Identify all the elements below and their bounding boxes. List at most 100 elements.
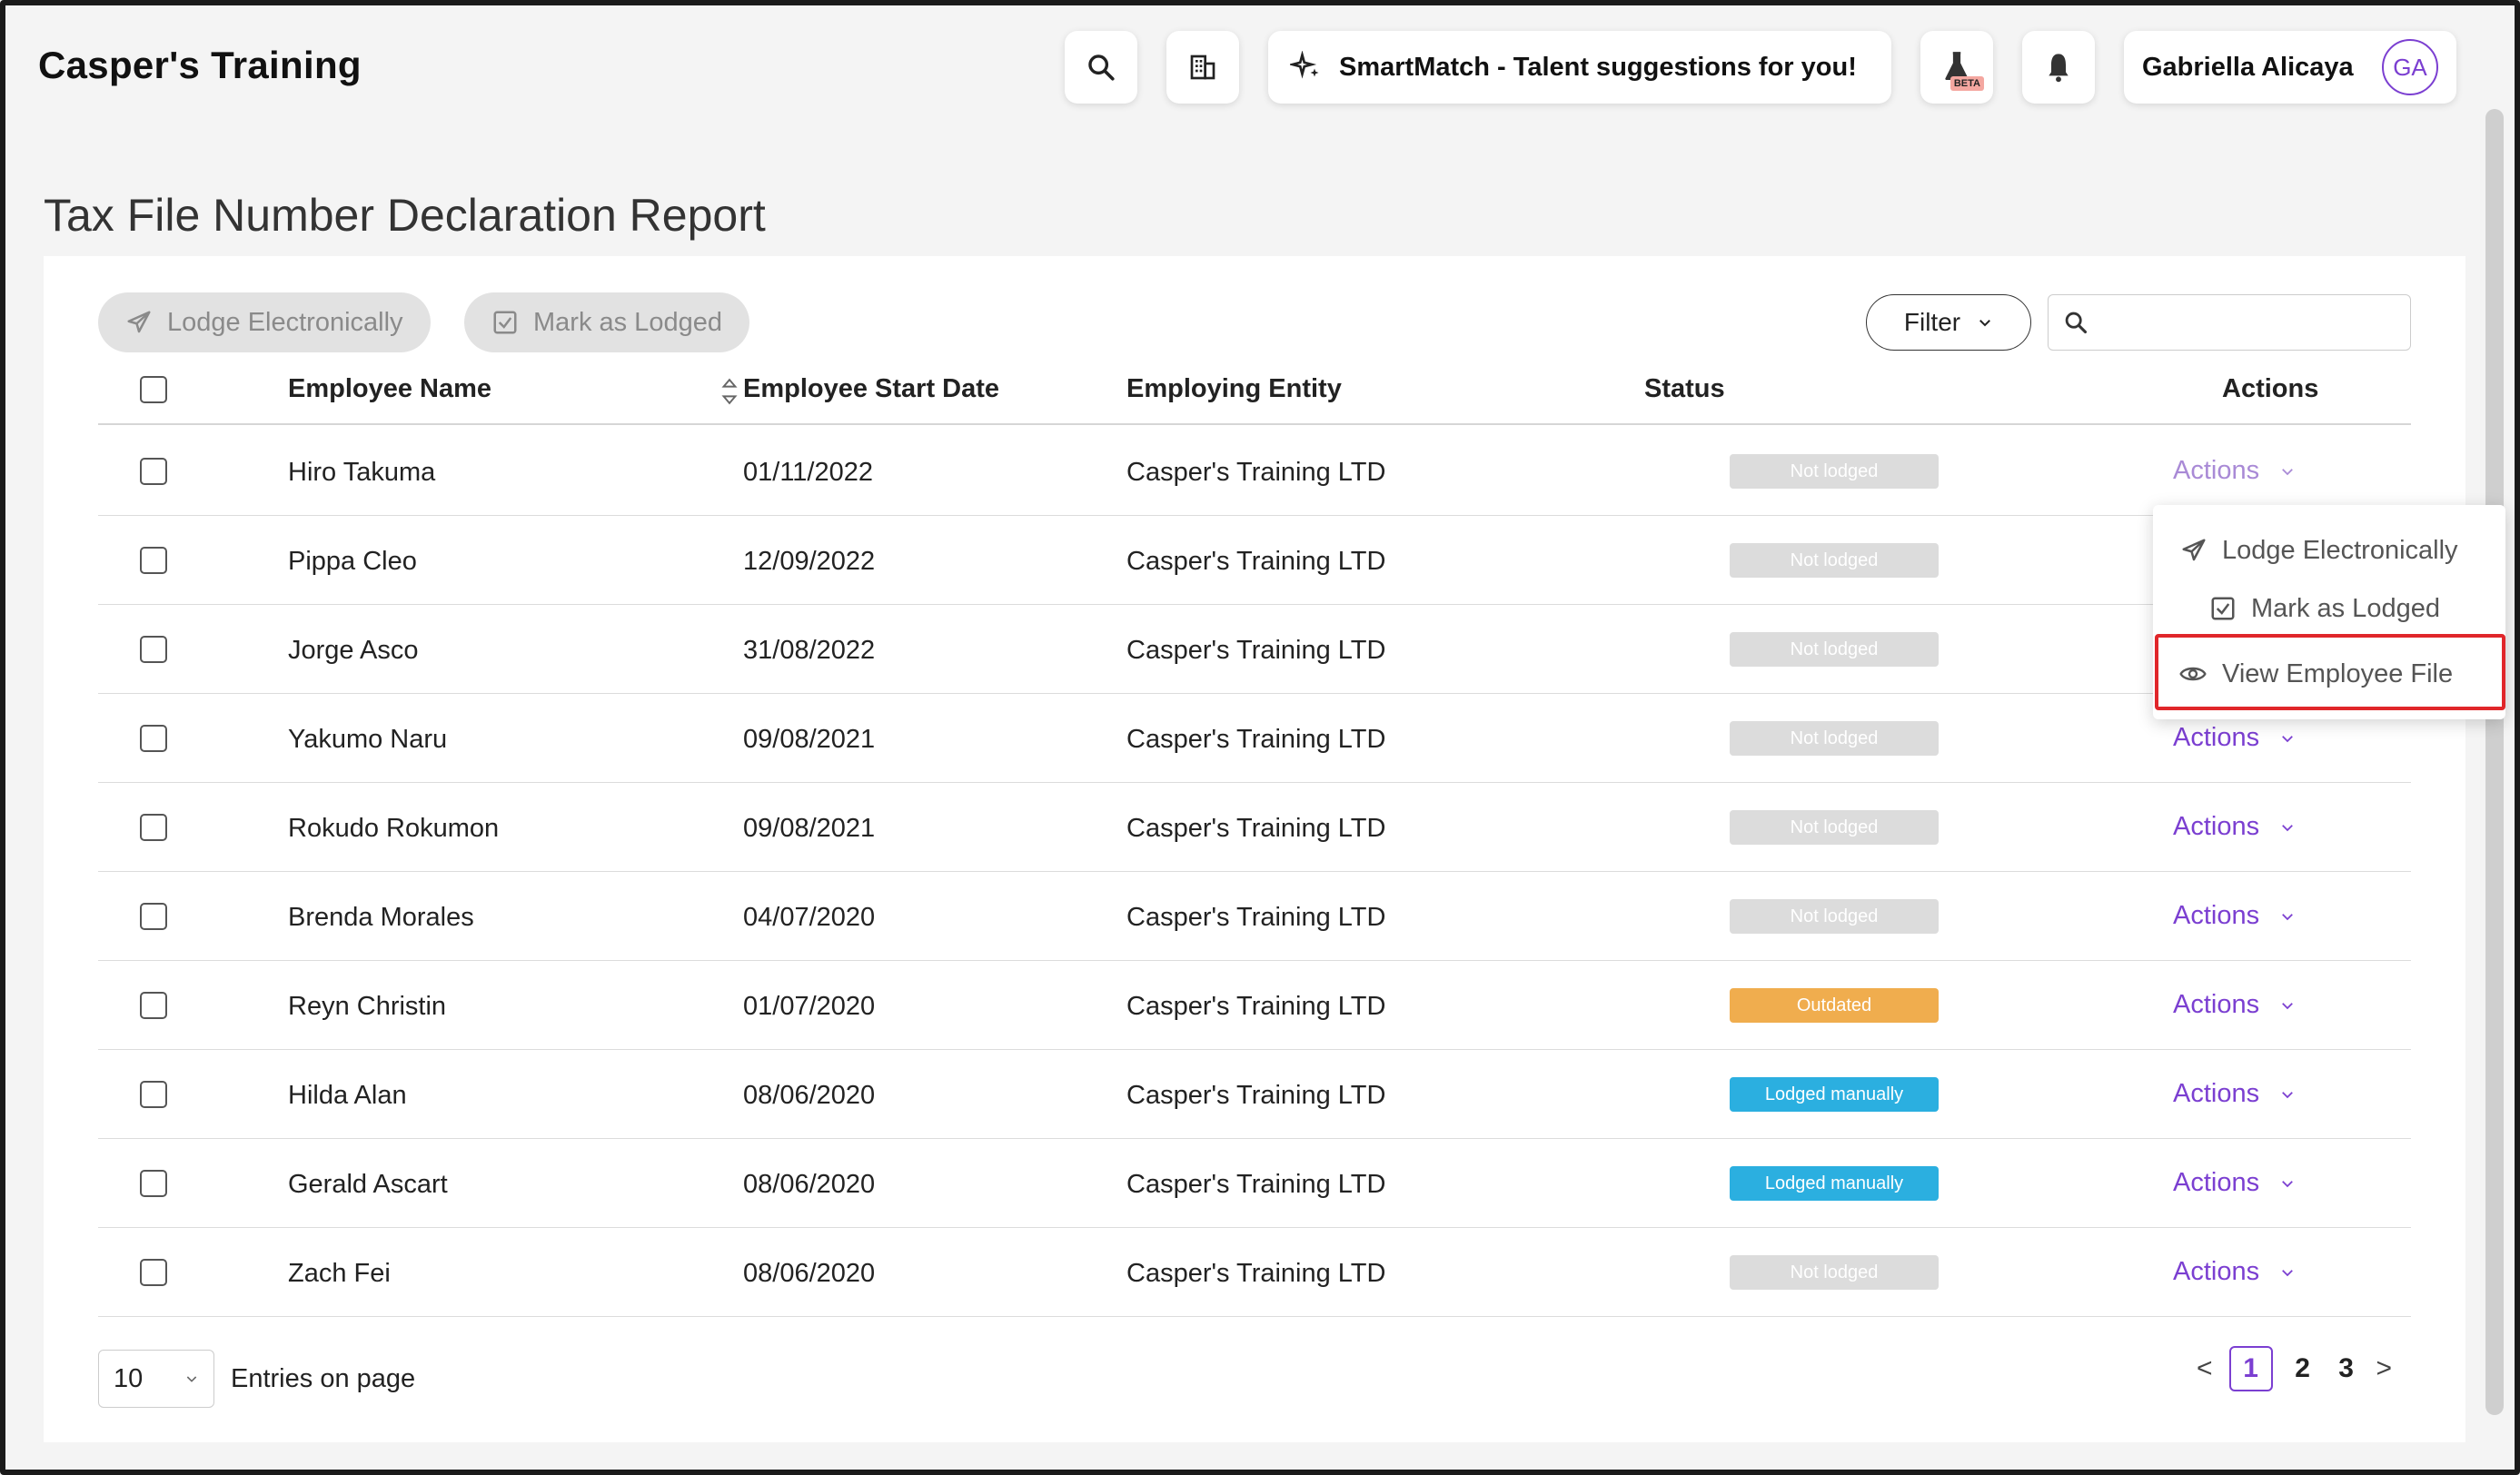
- row-checkbox[interactable]: [140, 1170, 167, 1197]
- checkbox-check-icon: [2211, 597, 2235, 620]
- search-field[interactable]: [2048, 294, 2411, 351]
- employing-entity: Casper's Training LTD: [1126, 1170, 1386, 1199]
- notifications-button[interactable]: [2022, 31, 2095, 104]
- row-checkbox[interactable]: [140, 903, 167, 930]
- company-button[interactable]: [1166, 31, 1239, 104]
- employee-name: Brenda Morales: [288, 903, 474, 932]
- employee-name: Pippa Cleo: [288, 547, 417, 576]
- search-input[interactable]: [2098, 304, 2410, 341]
- beta-badge: BETA: [1950, 76, 1984, 91]
- employee-name: Gerald Ascart: [288, 1170, 448, 1199]
- page-1-button[interactable]: 1: [2228, 1346, 2273, 1391]
- column-status[interactable]: Status: [1644, 374, 1725, 404]
- app-brand: Casper's Training: [38, 44, 362, 86]
- dropdown-view-label: View Employee File: [2222, 658, 2454, 688]
- start-date: 04/07/2020: [743, 903, 876, 932]
- row-checkbox[interactable]: [140, 1081, 167, 1108]
- checkbox-check-icon: [493, 311, 517, 334]
- column-employee-start-date[interactable]: Employee Start Date: [707, 374, 999, 404]
- status-badge: Not lodged: [1730, 632, 1939, 667]
- sparkle-icon: [1290, 51, 1319, 79]
- page-size-select[interactable]: 10: [98, 1350, 214, 1408]
- row-actions-button[interactable]: Actions: [2173, 456, 2296, 486]
- row-checkbox[interactable]: [140, 725, 167, 752]
- prev-page-button[interactable]: <: [2197, 1353, 2213, 1384]
- row-checkbox[interactable]: [140, 547, 167, 574]
- chevron-down-icon: [2282, 1091, 2293, 1098]
- page-size-value: 10: [114, 1363, 144, 1393]
- smartmatch-label: SmartMatch - Talent suggestions for you!: [1339, 52, 1857, 82]
- start-date: 08/06/2020: [743, 1170, 876, 1199]
- labs-button[interactable]: BETA: [1920, 31, 1993, 104]
- chevron-down-icon: [2282, 1269, 2293, 1276]
- start-date: 08/06/2020: [743, 1259, 876, 1288]
- row-checkbox[interactable]: [140, 1259, 167, 1286]
- smartmatch-button[interactable]: SmartMatch - Talent suggestions for you!: [1268, 31, 1891, 104]
- chevron-down-icon: [2282, 735, 2293, 742]
- employee-name: Zach Fei: [288, 1259, 391, 1288]
- row-actions-label: Actions: [2173, 723, 2260, 752]
- dropdown-mark-as-lodged[interactable]: Mark as Lodged: [2153, 581, 2505, 636]
- status-badge: Outdated: [1730, 988, 1939, 1023]
- employing-entity: Casper's Training LTD: [1126, 1081, 1386, 1110]
- table-header: Employee Name Employee Start Date Employ…: [98, 356, 2411, 425]
- dropdown-lodge-label: Lodge Electronically: [2222, 535, 2458, 565]
- mark-as-lodged-button[interactable]: Mark as Lodged: [464, 292, 749, 352]
- send-icon: [127, 311, 151, 333]
- employing-entity: Casper's Training LTD: [1126, 814, 1386, 843]
- table-row: Yakumo Naru 09/08/2021 Casper's Training L…: [98, 694, 2411, 783]
- page-title: Tax File Number Declaration Report: [44, 190, 766, 241]
- lodge-electronically-button[interactable]: Lodge Electronically: [98, 292, 431, 352]
- row-actions-label: Actions: [2173, 456, 2260, 485]
- page-3-button[interactable]: 3: [2333, 1353, 2360, 1384]
- dropdown-mark-label: Mark as Lodged: [2251, 593, 2440, 623]
- eye-icon: [2179, 667, 2207, 681]
- row-checkbox[interactable]: [140, 458, 167, 485]
- chevron-down-icon: [2282, 824, 2293, 831]
- user-menu[interactable]: Gabriella Alicaya GA: [2124, 31, 2456, 104]
- table-row: Reyn Christin 01/07/2020 Casper's Training…: [98, 961, 2411, 1050]
- start-date: 12/09/2022: [743, 547, 876, 576]
- column-employing-entity[interactable]: Employing Entity: [1126, 374, 1342, 404]
- chevron-down-icon: [2282, 913, 2293, 920]
- employee-name: Jorge Asco: [288, 636, 419, 665]
- chevron-down-icon: [2282, 1180, 2293, 1187]
- avatar: GA: [2382, 39, 2438, 95]
- row-actions-button[interactable]: Actions: [2173, 1257, 2296, 1287]
- chevron-down-icon: [2282, 1002, 2293, 1009]
- filter-button[interactable]: Filter: [1866, 294, 2031, 351]
- row-checkbox[interactable]: [140, 636, 167, 663]
- row-actions-label: Actions: [2173, 1257, 2260, 1286]
- row-actions-label: Actions: [2173, 1079, 2260, 1108]
- row-checkbox[interactable]: [140, 814, 167, 841]
- employee-name: Yakumo Naru: [288, 725, 448, 754]
- page-2-button[interactable]: 2: [2289, 1353, 2317, 1384]
- scrollbar[interactable]: [2485, 109, 2504, 1415]
- select-all-checkbox[interactable]: [140, 376, 167, 403]
- row-actions-label: Actions: [2173, 901, 2260, 930]
- row-actions-label: Actions: [2173, 990, 2260, 1019]
- row-actions-button[interactable]: Actions: [2173, 812, 2296, 842]
- start-date: 01/07/2020: [743, 992, 876, 1021]
- start-date: 09/08/2021: [743, 725, 876, 754]
- dropdown-lodge-electronically[interactable]: Lodge Electronically: [2153, 523, 2505, 578]
- column-employee-name[interactable]: Employee Name: [288, 374, 491, 404]
- row-checkbox[interactable]: [140, 992, 167, 1019]
- chevron-down-icon: [1979, 320, 1991, 327]
- dropdown-view-employee-file[interactable]: View Employee File: [2153, 647, 2505, 701]
- actions-dropdown-menu: Lodge Electronically Mark as Lodged View…: [2153, 505, 2505, 719]
- start-date: 09/08/2021: [743, 814, 876, 843]
- employing-entity: Casper's Training LTD: [1126, 458, 1386, 487]
- table-row: Hiro Takuma 01/11/2022 Casper's Training L…: [98, 427, 2411, 516]
- row-actions-button[interactable]: Actions: [2173, 901, 2296, 931]
- row-actions-button[interactable]: Actions: [2173, 990, 2296, 1020]
- row-actions-button[interactable]: Actions: [2173, 723, 2296, 753]
- send-icon: [2182, 539, 2206, 561]
- row-actions-button[interactable]: Actions: [2173, 1168, 2296, 1198]
- row-actions-label: Actions: [2173, 1168, 2260, 1197]
- search-button[interactable]: [1065, 31, 1137, 104]
- employing-entity: Casper's Training LTD: [1126, 903, 1386, 932]
- start-date: 01/11/2022: [743, 458, 873, 487]
- next-page-button[interactable]: >: [2376, 1353, 2393, 1384]
- row-actions-button[interactable]: Actions: [2173, 1079, 2296, 1109]
